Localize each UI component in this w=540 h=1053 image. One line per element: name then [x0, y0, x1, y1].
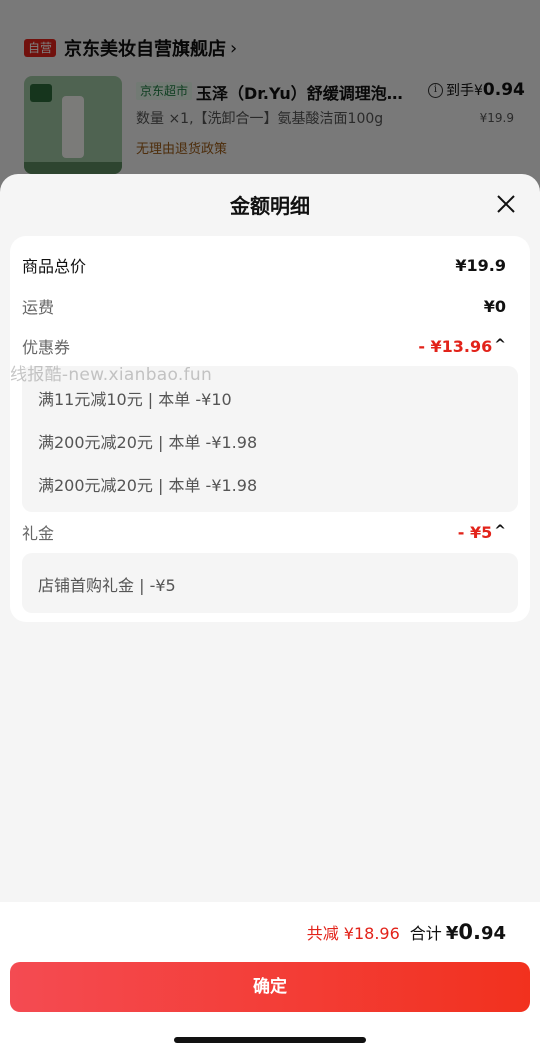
watermark: 线报酷-new.xianbao.fun: [10, 365, 213, 385]
detail-card: 商品总价 ¥19.9 运费 ¥0 优惠券 - ¥13.96 ^ 满11元减10元…: [10, 236, 530, 622]
row-coupon[interactable]: 优惠券 - ¥13.96 ^: [22, 334, 506, 358]
total-price-label: 商品总价: [22, 257, 87, 276]
total-summary: 共减 ¥18.96 合计 ¥0.94: [307, 920, 506, 944]
sum-int: 0.: [458, 920, 481, 944]
coupon-amount: - ¥13.96: [418, 336, 493, 356]
row-gift[interactable]: 礼金 - ¥5 ^: [22, 520, 506, 544]
chevron-up-icon[interactable]: ^: [494, 337, 506, 353]
row-total-price: 商品总价 ¥19.9: [22, 253, 506, 277]
total-saving: 共减 ¥18.96: [306, 924, 400, 943]
sum-value: ¥0.94: [446, 920, 506, 944]
coupon-list: 满11元减10元 | 本单 -¥10 满200元减20元 | 本单 -¥1.98…: [22, 366, 518, 512]
gift-item: 店铺首购礼金 | -¥5: [38, 576, 176, 595]
gift-list: 店铺首购礼金 | -¥5: [22, 553, 518, 613]
chevron-up-icon[interactable]: ^: [494, 523, 506, 539]
row-shipping: 运费 ¥0: [22, 294, 506, 318]
footer-bar: 共减 ¥18.96 合计 ¥0.94 确定: [0, 902, 540, 1053]
coupon-value: - ¥13.96 ^: [418, 337, 506, 356]
home-indicator: [174, 1037, 366, 1043]
gift-label: 礼金: [22, 524, 55, 543]
gift-amount: - ¥5: [457, 522, 493, 542]
sum-dec: 94: [480, 923, 506, 944]
coupon-item: 满200元减20元 | 本单 -¥1.98: [38, 476, 258, 495]
gift-value: - ¥5 ^: [458, 523, 506, 542]
shipping-label: 运费: [22, 298, 55, 317]
sheet-title: 金额明细: [230, 194, 310, 218]
shipping-value: ¥0: [483, 296, 506, 316]
sum-label: 合计: [409, 924, 442, 943]
total-price-value: ¥19.9: [455, 255, 506, 275]
sum-currency: ¥: [445, 923, 459, 944]
coupon-item: 满11元减10元 | 本单 -¥10: [38, 390, 232, 409]
close-icon[interactable]: [494, 192, 518, 216]
confirm-button[interactable]: 确定: [10, 962, 530, 1012]
coupon-item: 满200元减20元 | 本单 -¥1.98: [38, 433, 258, 452]
coupon-label: 优惠券: [22, 338, 71, 357]
